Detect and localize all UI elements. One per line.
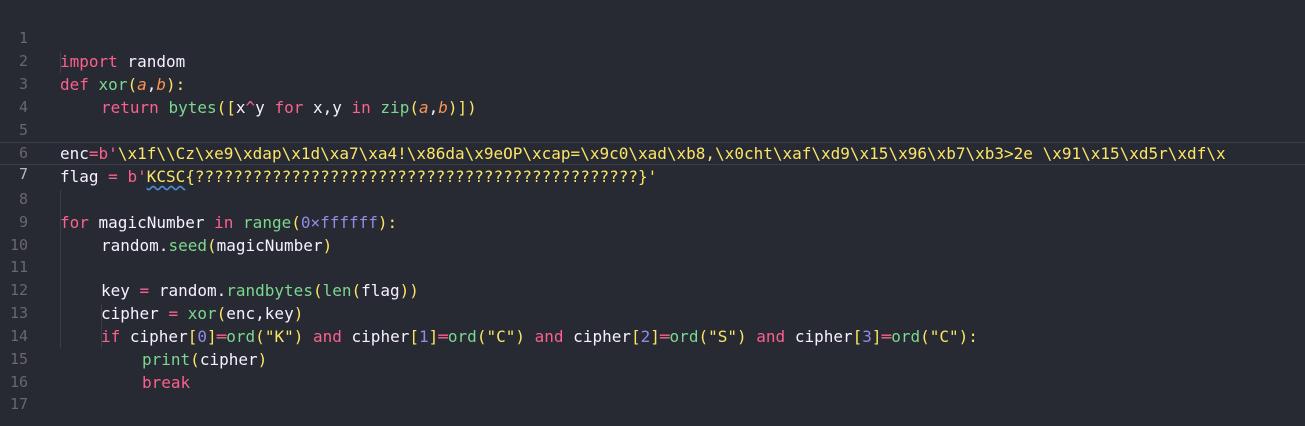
code-line[interactable]: 15 break [0,325,1305,392]
code-line[interactable]: 9 random.seed(magicNumber) [0,188,1305,255]
code-editor[interactable]: 1 import random 2 def xor(a,b): 3 return… [0,0,1305,426]
code-line[interactable]: 6 flag = b'KCSC{????????????????????????… [0,119,1305,186]
current-line[interactable]: 7 [0,142,1305,183]
code-line[interactable]: 16 [0,348,1305,391]
code-line[interactable]: 17 [0,370,1305,413]
code-line[interactable]: 2 def xor(a,b): [0,27,1305,94]
code-line[interactable]: 14 print(cipher) [0,302,1305,369]
code-line[interactable]: 5 enc=b'\x1f\\Cz\xe9\xdap\x1d\xa7\xa4!\x… [0,96,1305,163]
line-number: 17 [9,395,28,413]
code-line[interactable]: 11 key = random.randbytes(len(flag)) [0,233,1305,300]
code-line[interactable]: 3 return bytes([x^y for x,y in zip(a,b)]… [0,50,1305,117]
code-line[interactable]: 4 [0,73,1305,116]
code-line[interactable]: 10 [0,211,1305,254]
code-line[interactable]: 8 for magicNumber in range(0×ffffff): [0,165,1305,232]
code-line[interactable]: 1 import random [0,4,1305,71]
code-line[interactable]: 12 cipher = xor(enc,key) [0,256,1305,323]
code-line[interactable]: 13 if cipher[0]═ord("K") and cipher[1]═o… [0,279,1305,346]
